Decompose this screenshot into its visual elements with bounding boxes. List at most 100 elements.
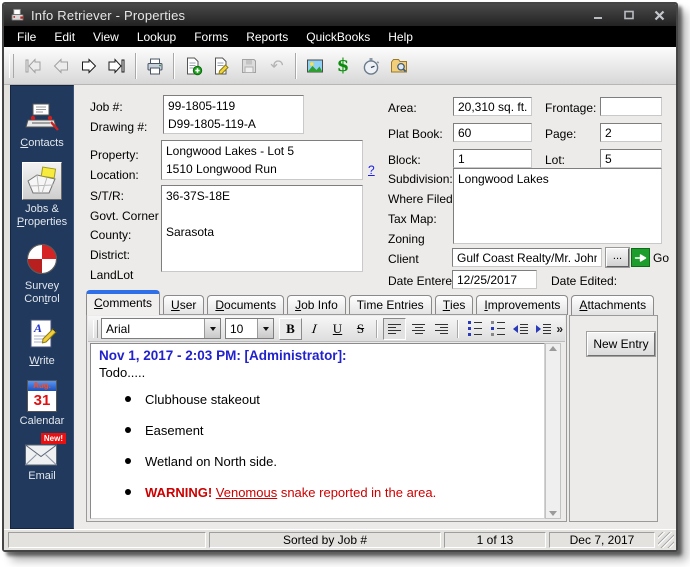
sidebar-item-email[interactable]: New! Email	[24, 440, 60, 483]
resize-grip[interactable]	[658, 532, 674, 548]
save-icon	[239, 56, 259, 76]
client-input[interactable]	[452, 248, 602, 267]
toolbar-overflow-button[interactable]: »	[556, 322, 563, 336]
sidebar-item-jobs-properties[interactable]: Jobs & Properties	[17, 162, 67, 229]
titlebar[interactable]: Info Retriever - Properties	[4, 4, 676, 26]
lot-input[interactable]	[600, 149, 662, 168]
bold-button[interactable]: B	[279, 318, 302, 340]
font-size-value: 10	[226, 322, 257, 336]
client-browse-button[interactable]: ...	[606, 248, 629, 267]
client-go-label[interactable]: Go	[653, 251, 669, 265]
sidebar-item-contacts[interactable]: Contacts	[20, 102, 63, 150]
tab-job-info[interactable]: Job Info	[287, 295, 346, 315]
minimize-button[interactable]	[592, 8, 606, 22]
tab-time-entries[interactable]: Time Entries	[349, 295, 432, 315]
toolbar-grip[interactable]	[9, 54, 14, 78]
font-family-select[interactable]: Arial	[101, 318, 221, 339]
decrease-indent-icon	[513, 324, 528, 334]
subdivision-value: Longwood Lakes	[458, 170, 657, 188]
lot-label: Lot:	[545, 153, 565, 167]
save-button[interactable]	[235, 52, 263, 80]
align-center-button[interactable]	[408, 319, 429, 339]
subdivision-field[interactable]: Longwood Lakes	[453, 168, 662, 244]
menu-quickbooks[interactable]: QuickBooks	[297, 27, 379, 47]
last-record-button[interactable]	[103, 52, 131, 80]
survey-control-icon	[24, 241, 60, 277]
find-file-button[interactable]	[385, 52, 413, 80]
menu-forms[interactable]: Forms	[185, 27, 237, 47]
underline-button[interactable]: U	[327, 319, 348, 339]
comment-bullet-item: Easement	[125, 423, 536, 438]
frontage-input[interactable]	[600, 97, 662, 116]
font-size-select[interactable]: 10	[225, 318, 274, 339]
scroll-down-icon[interactable]	[549, 511, 557, 516]
billing-button[interactable]: $	[329, 52, 357, 80]
job-drawing-field[interactable]: 99-1805-119 D99-1805-119-A	[163, 95, 304, 134]
menu-file[interactable]: File	[8, 27, 45, 47]
bullet-list-icon	[468, 321, 482, 336]
increase-indent-button[interactable]	[533, 319, 554, 339]
tab-attachments[interactable]: Attachments	[571, 295, 654, 315]
align-left-button[interactable]	[383, 318, 406, 340]
toolbar-separator	[135, 53, 137, 79]
scroll-up-icon[interactable]	[549, 346, 557, 351]
strikethrough-button[interactable]: S	[350, 319, 371, 339]
sidebar-item-calendar[interactable]: Aug. 31 Calendar	[20, 380, 65, 428]
menu-help[interactable]: Help	[379, 27, 422, 47]
edit-record-icon	[211, 56, 231, 76]
decrease-indent-button[interactable]	[510, 319, 531, 339]
numbered-list-button[interactable]	[487, 319, 508, 339]
menu-reports[interactable]: Reports	[237, 27, 297, 47]
timer-button[interactable]	[357, 52, 385, 80]
menu-edit[interactable]: Edit	[45, 27, 84, 47]
location-value: 1510 Longwood Run	[166, 160, 358, 178]
sidebar-item-survey-control[interactable]: Survey Control	[24, 241, 60, 306]
client-go-button[interactable]	[631, 248, 650, 267]
align-right-button[interactable]	[431, 319, 452, 339]
format-toolbar-grip[interactable]	[93, 320, 98, 338]
tab-comments[interactable]: Comments	[86, 290, 160, 315]
dollar-icon: $	[337, 55, 350, 76]
county-value: Sarasota	[166, 223, 358, 241]
new-entry-button[interactable]: New Entry	[587, 332, 655, 356]
comments-editor[interactable]: Nov 1, 2017 - 2:03 PM: [Administrator]: …	[90, 343, 545, 519]
tab-improvements[interactable]: Improvements	[476, 295, 568, 315]
menu-lookup[interactable]: Lookup	[128, 27, 185, 47]
first-record-button[interactable]	[19, 52, 47, 80]
close-button[interactable]	[652, 8, 666, 22]
edit-record-button[interactable]	[207, 52, 235, 80]
sidebar-item-write[interactable]: A Write	[25, 318, 59, 368]
font-family-value: Arial	[102, 322, 204, 336]
tab-documents[interactable]: Documents	[207, 295, 284, 315]
new-record-button[interactable]	[179, 52, 207, 80]
menu-view[interactable]: View	[84, 27, 128, 47]
italic-button[interactable]: I	[304, 319, 325, 339]
jobs-properties-icon	[22, 162, 62, 200]
date-entered-input[interactable]	[452, 270, 537, 289]
undo-button[interactable]: ↶	[263, 52, 291, 80]
plat-book-input[interactable]	[453, 123, 532, 142]
status-sort-panel: Sorted by Job #	[209, 532, 441, 548]
print-button[interactable]	[141, 52, 169, 80]
maximize-button[interactable]	[622, 8, 636, 22]
bullet-list-button[interactable]	[464, 319, 485, 339]
page-input[interactable]	[600, 123, 662, 142]
tab-ties[interactable]: Ties	[435, 295, 474, 315]
dropdown-arrow-icon[interactable]	[204, 319, 220, 338]
app-icon	[10, 8, 25, 23]
location-help-link[interactable]: ?	[368, 163, 375, 177]
property-location-field[interactable]: Longwood Lakes - Lot 5 1510 Longwood Run	[161, 140, 363, 180]
previous-record-button[interactable]	[47, 52, 75, 80]
dropdown-arrow-icon[interactable]	[257, 319, 273, 338]
str-county-field[interactable]: 36-37S-18E Sarasota	[161, 185, 363, 272]
tab-user[interactable]: User	[163, 295, 204, 315]
next-record-button[interactable]	[75, 52, 103, 80]
area-input[interactable]	[453, 97, 532, 116]
picture-button[interactable]	[301, 52, 329, 80]
italic-icon: I	[311, 321, 318, 337]
drawing-number-label: Drawing #:	[90, 120, 147, 134]
comments-scrollbar[interactable]	[545, 343, 561, 519]
main-toolbar: ↶ $	[4, 47, 676, 85]
block-input[interactable]	[453, 149, 532, 168]
underline-icon: U	[333, 321, 342, 337]
